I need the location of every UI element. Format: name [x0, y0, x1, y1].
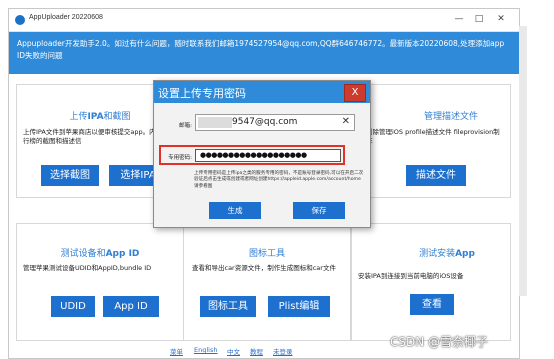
password-field[interactable]: ●●●●●●●●●●●●●●●●●●●: [195, 149, 341, 162]
app-password-dialog: 设置上传专用密码 X 邮箱: 9547@qq.com ✕ 专用密码: ●●●●●…: [153, 80, 371, 228]
device-panel-title: 测试设备和App ID: [60, 249, 140, 259]
profile-file-button[interactable]: 描述文件: [406, 165, 466, 186]
app-id-button[interactable]: App ID: [103, 296, 159, 317]
install-panel-title: 测试安装App: [419, 249, 475, 259]
close-window-button[interactable]: ✕: [493, 12, 509, 26]
title-bar: AppUploader 20220608 — □ ✕: [9, 9, 519, 32]
profile-panel-desc: 删除管理iOS profile描述文件 fileprovision制作: [366, 128, 500, 145]
icon-tool-button[interactable]: 图标工具: [200, 296, 256, 317]
footer-link-menu[interactable]: 菜单: [170, 346, 183, 356]
save-button[interactable]: 保存: [293, 202, 345, 219]
footer-link-chinese[interactable]: 中文: [227, 346, 240, 356]
generate-button[interactable]: 生成: [209, 202, 261, 219]
profile-panel: 管理描述文件 删除管理iOS profile描述文件 fileprovision…: [351, 84, 511, 198]
minimize-button[interactable]: —: [451, 12, 467, 26]
password-value: ●●●●●●●●●●●●●●●●●●●: [200, 151, 307, 159]
icon-tools-panel-desc: 查看和导出car资源文件，制作生成图标和car文件: [192, 264, 336, 272]
csdn-watermark: CSDN @雪奈椰子: [390, 335, 489, 349]
plist-editor-button[interactable]: Plist编辑: [268, 296, 330, 317]
udid-button[interactable]: UDID: [51, 296, 95, 317]
dialog-close-button[interactable]: X: [344, 84, 366, 102]
dialog-note: 上传专用密码是上传ipa之类的服务专用的密码，不是账号登录密码,可以在开启二次验…: [194, 171, 364, 189]
footer-link-english[interactable]: English: [194, 346, 217, 354]
clear-email-icon[interactable]: ✕: [342, 116, 350, 127]
view-button[interactable]: 查看: [410, 294, 454, 315]
email-redaction-blur: [198, 117, 232, 128]
window-title: AppUploader 20220608: [29, 14, 103, 21]
device-panel: 测试设备和App ID 管理苹果测试设备UDID和AppID,bundle ID…: [16, 223, 184, 341]
app-logo-icon: [15, 15, 25, 25]
email-field[interactable]: 9547@qq.com ✕: [195, 114, 355, 131]
dialog-title: 设置上传专用密码: [158, 87, 246, 100]
info-banner: Appuploader开发助手2.0。如过有什么问题，随时联系我们邮箱19745…: [9, 32, 519, 74]
footer-link-tutorial[interactable]: 教程: [250, 346, 263, 356]
select-screenshot-button[interactable]: 选择截图: [41, 165, 99, 186]
dialog-title-bar: 设置上传专用密码 X: [154, 81, 370, 103]
email-label: 邮箱:: [179, 123, 192, 129]
maximize-button[interactable]: □: [471, 12, 487, 26]
install-panel: 测试安装App 安装IPA到连接到当前电脑的iOS设备 查看: [351, 223, 511, 341]
icon-tools-panel: 图标工具 查看和导出car资源文件，制作生成图标和car文件 图标工具 Plis…: [183, 223, 351, 341]
password-label: 专用密码:: [168, 155, 192, 161]
footer-link-login-status[interactable]: 未登录: [273, 346, 293, 356]
icon-tools-panel-title: 图标工具: [248, 249, 285, 259]
device-panel-desc: 管理苹果测试设备UDID和AppID,bundle ID: [23, 264, 152, 272]
email-value: 9547@qq.com: [232, 117, 298, 127]
profile-panel-title: 管理描述文件: [423, 112, 478, 122]
install-panel-desc: 安装IPA到连接到当前电脑的iOS设备: [358, 272, 464, 280]
background-window-edge: [519, 26, 527, 296]
